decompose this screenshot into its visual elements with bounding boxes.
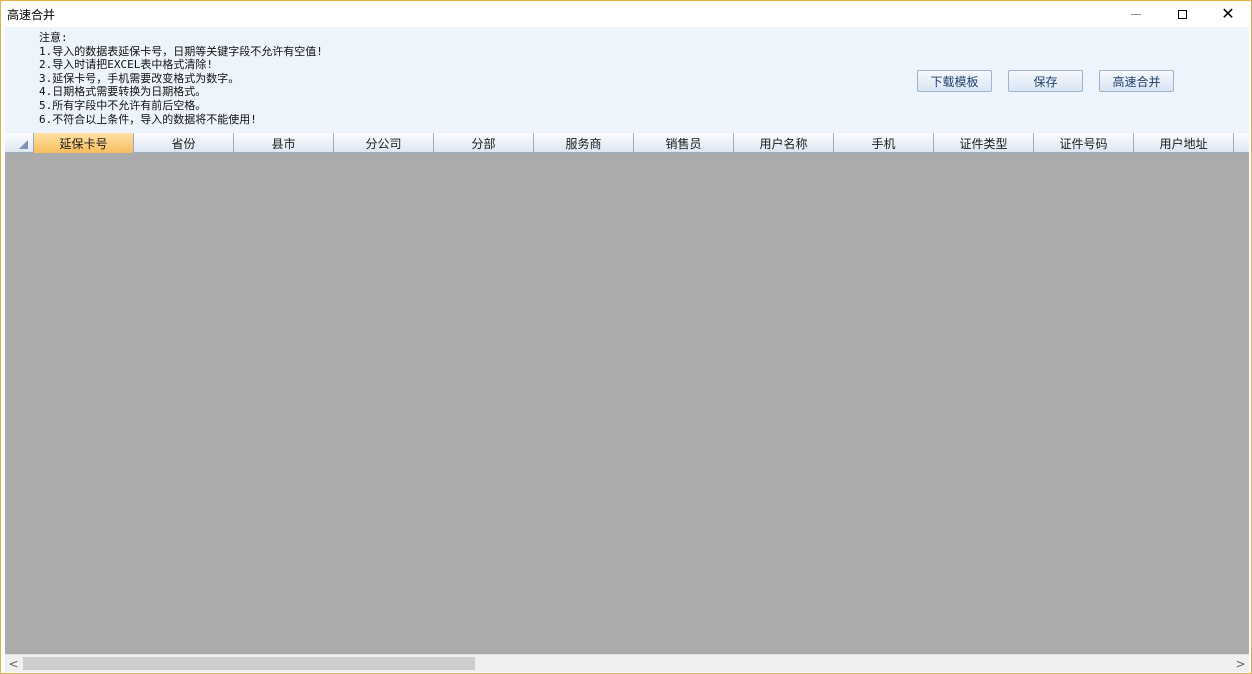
horizontal-scrollbar[interactable]: < > <box>5 654 1249 672</box>
notice-line-2: 2.导入时请把EXCEL表中格式清除! <box>39 58 213 72</box>
close-icon: ✕ <box>1221 4 1235 23</box>
notice-line-6: 6.不符合以上条件，导入的数据将不能使用! <box>39 112 257 126</box>
download-template-button[interactable]: 下载模板 <box>917 70 992 92</box>
column-header-mobile[interactable]: 手机 <box>834 133 934 153</box>
scroll-right-icon[interactable]: > <box>1232 655 1249 672</box>
column-header-division[interactable]: 分部 <box>434 133 534 153</box>
close-button[interactable]: ✕ <box>1205 1 1251 27</box>
column-header-province[interactable]: 省份 <box>134 133 234 153</box>
column-header-id-number[interactable]: 证件号码 <box>1034 133 1134 153</box>
title-bar: 高速合并 ✕ <box>1 1 1251 27</box>
notice-panel: 注意: 1.导入的数据表延保卡号，日期等关键字段不允许有空值! 2.导入时请把E… <box>5 27 1249 134</box>
notice-heading: 注意: <box>39 31 68 44</box>
app-window: 高速合并 ✕ 注意: 1.导入的数据表延保卡号，日期等关键字段不允许有空值! 2… <box>0 0 1252 674</box>
scroll-left-icon[interactable]: < <box>5 655 22 672</box>
column-header-warranty-card[interactable]: 延保卡号 <box>34 133 134 153</box>
column-header-branch-company[interactable]: 分公司 <box>334 133 434 153</box>
select-all-icon <box>19 140 28 149</box>
minimize-button[interactable] <box>1113 1 1159 27</box>
grid-header: 延保卡号 省份 县市 分公司 分部 服务商 销售员 用户名称 手机 证件类型 证… <box>5 133 1249 153</box>
notice-line-3: 3.延保卡号，手机需要改变格式为数字。 <box>39 71 240 85</box>
notice-line-5: 5.所有字段中不允许有前后空格。 <box>39 98 207 112</box>
notice-line-1: 1.导入的数据表延保卡号，日期等关键字段不允许有空值! <box>39 44 323 58</box>
column-header-county-city[interactable]: 县市 <box>234 133 334 153</box>
column-header-user-address[interactable]: 用户地址 <box>1134 133 1234 153</box>
column-header-service-provider[interactable]: 服务商 <box>534 133 634 153</box>
merge-button[interactable]: 高速合并 <box>1099 70 1174 92</box>
select-all-corner[interactable] <box>5 133 34 153</box>
save-button[interactable]: 保存 <box>1008 70 1083 92</box>
notice-text: 注意: 1.导入的数据表延保卡号，日期等关键字段不允许有空值! 2.导入时请把E… <box>39 31 323 126</box>
notice-line-4: 4.日期格式需要转换为日期格式。 <box>39 85 207 99</box>
scroll-thumb[interactable] <box>23 657 475 670</box>
maximize-button[interactable] <box>1159 1 1205 27</box>
column-header-user-name[interactable]: 用户名称 <box>734 133 834 153</box>
minimize-icon <box>1131 13 1141 15</box>
column-header-id-type[interactable]: 证件类型 <box>934 133 1034 153</box>
data-grid[interactable]: 延保卡号 省份 县市 分公司 分部 服务商 销售员 用户名称 手机 证件类型 证… <box>5 133 1249 654</box>
window-title: 高速合并 <box>7 8 56 22</box>
column-header-salesperson[interactable]: 销售员 <box>634 133 734 153</box>
maximize-icon <box>1177 9 1187 19</box>
